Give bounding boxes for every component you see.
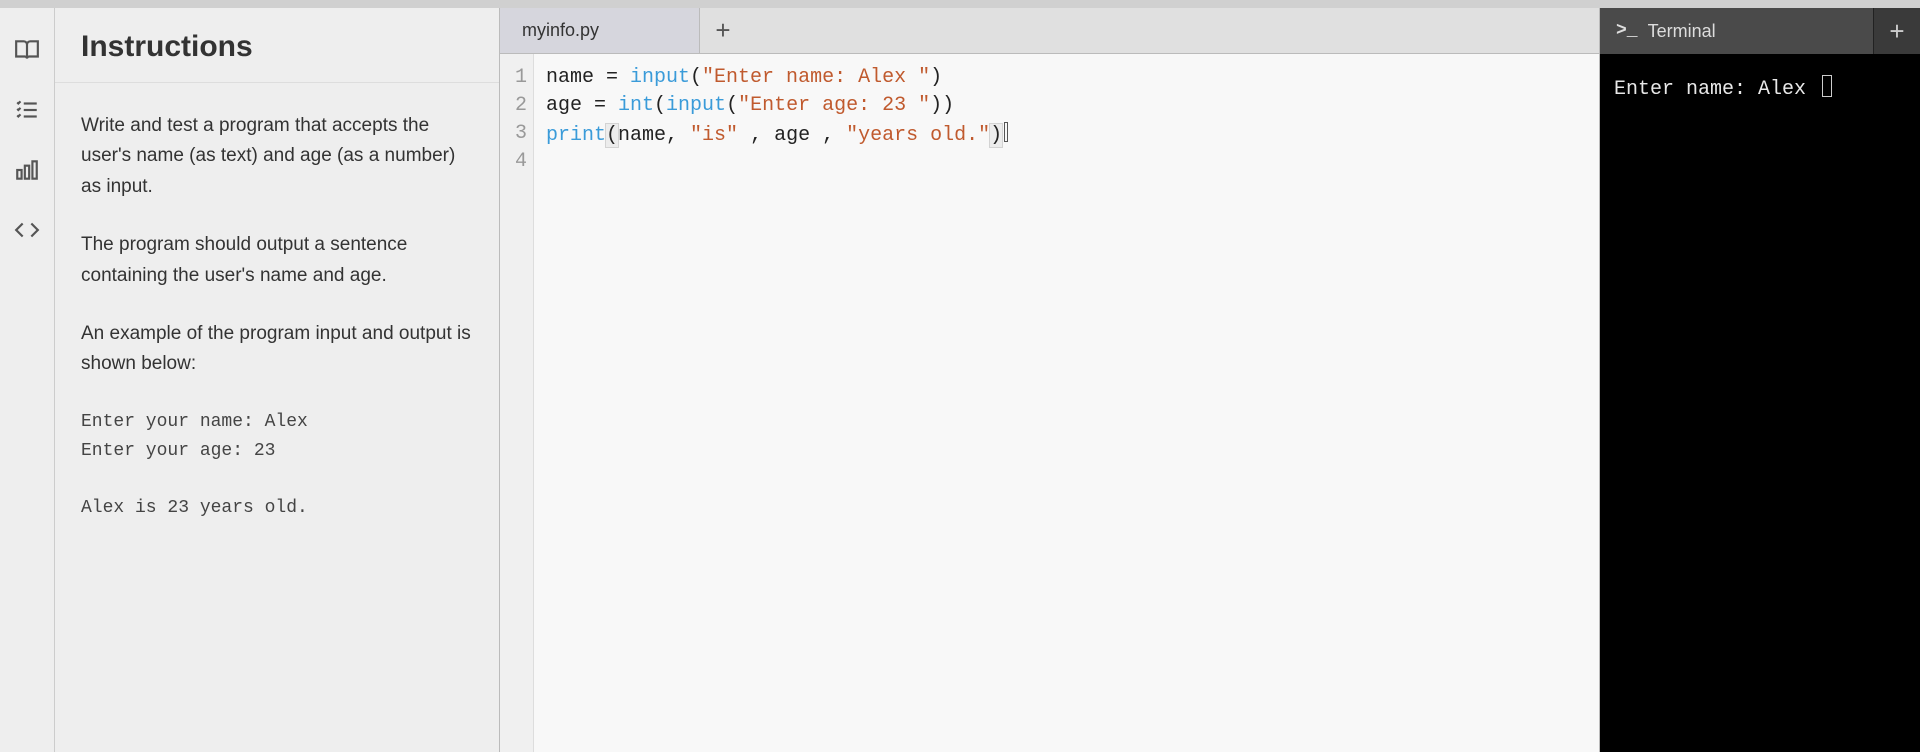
chart-icon[interactable] — [13, 156, 41, 184]
line-number: 4 — [500, 148, 527, 176]
code-line[interactable]: age = int(input("Enter age: 23 ")) — [546, 92, 1008, 120]
checklist-icon[interactable] — [13, 96, 41, 124]
terminal-tab-add[interactable]: + — [1874, 8, 1920, 54]
terminal-body[interactable]: Enter name: Alex — [1600, 54, 1920, 752]
terminal-tabs: >_ Terminal + — [1600, 8, 1920, 54]
editor-panel: myinfo.py + 1234 name = input("Enter nam… — [500, 8, 1600, 752]
plus-icon: + — [715, 15, 730, 46]
terminal-tab[interactable]: >_ Terminal — [1600, 8, 1874, 54]
line-number: 3 — [500, 120, 527, 148]
terminal-tab-label: Terminal — [1648, 21, 1716, 42]
instructions-example: Enter your name: Alex Enter your age: 23… — [81, 408, 473, 523]
terminal-panel: >_ Terminal + Enter name: Alex — [1600, 8, 1920, 752]
code-content[interactable]: name = input("Enter name: Alex ")age = i… — [534, 54, 1020, 752]
icon-rail — [0, 8, 55, 752]
line-number: 2 — [500, 92, 527, 120]
terminal-cursor — [1822, 75, 1832, 97]
instructions-header: Instructions — [55, 8, 499, 83]
code-area[interactable]: 1234 name = input("Enter name: Alex ")ag… — [500, 54, 1599, 752]
plus-icon: + — [1889, 16, 1904, 47]
terminal-line: Enter name: Alex — [1614, 78, 1818, 101]
line-number: 1 — [500, 64, 527, 92]
code-icon[interactable] — [13, 216, 41, 244]
code-line[interactable]: name = input("Enter name: Alex ") — [546, 64, 1008, 92]
instructions-body: Write and test a program that accepts th… — [55, 83, 499, 551]
editor-tab-add[interactable]: + — [700, 8, 746, 53]
instructions-p2: The program should output a sentence con… — [81, 230, 473, 291]
line-gutter: 1234 — [500, 54, 534, 752]
instructions-p3: An example of the program input and outp… — [81, 319, 473, 380]
editor-cursor — [1004, 122, 1008, 142]
instructions-title: Instructions — [81, 30, 473, 64]
editor-tab-label: myinfo.py — [522, 20, 599, 41]
editor-tab-active[interactable]: myinfo.py — [500, 8, 700, 53]
terminal-prompt-icon: >_ — [1616, 21, 1638, 41]
main-layout: Instructions Write and test a program th… — [0, 8, 1920, 752]
code-line[interactable]: print(name, "is" , age , "years old.") — [546, 120, 1008, 150]
instructions-p1: Write and test a program that accepts th… — [81, 111, 473, 202]
window-topbar — [0, 0, 1920, 8]
editor-tabs: myinfo.py + — [500, 8, 1599, 54]
book-icon[interactable] — [13, 36, 41, 64]
instructions-panel: Instructions Write and test a program th… — [55, 8, 500, 752]
